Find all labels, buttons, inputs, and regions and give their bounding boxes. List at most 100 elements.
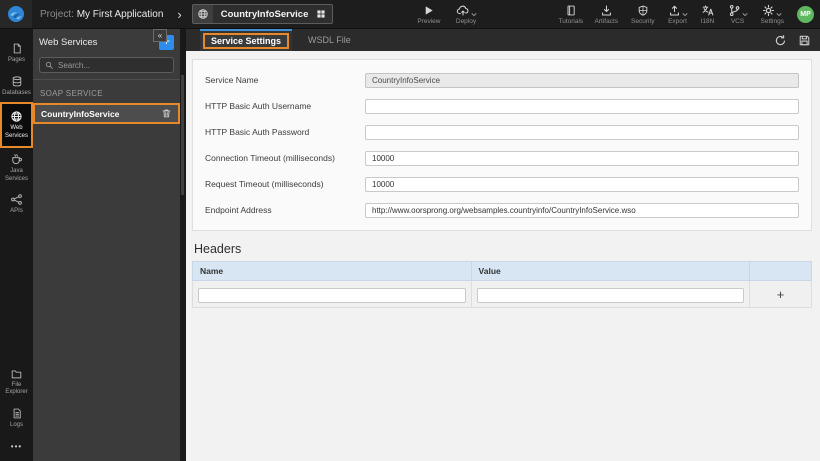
- download-icon: [600, 4, 613, 17]
- main-area: Pages Databases Web Services Java Servic…: [0, 29, 820, 461]
- value-column-header: Value: [470, 261, 751, 281]
- i18n-button[interactable]: I18N: [701, 4, 715, 25]
- vcs-button[interactable]: VCS: [728, 4, 748, 25]
- topbar-right-actions: Artifacts Security Export I18N VCS Setti…: [595, 4, 814, 25]
- service-settings-form: Service Name HTTP Basic Auth Username HT…: [192, 59, 812, 231]
- basic-auth-password-label: HTTP Basic Auth Password: [205, 127, 310, 137]
- sidebar-item-file-explorer[interactable]: File Explorer: [0, 363, 33, 402]
- headers-table-head-row: Name Value: [192, 261, 812, 281]
- coffee-icon: [10, 153, 23, 166]
- add-header-row-button[interactable]: +: [749, 280, 812, 308]
- service-list-item-countryinfoservice[interactable]: CountryInfoService: [33, 103, 180, 124]
- service-search[interactable]: [39, 57, 174, 73]
- collapse-panel-button[interactable]: «: [153, 29, 167, 42]
- form-row: Request Timeout (milliseconds): [205, 171, 799, 197]
- page-icon: [11, 42, 23, 55]
- resource-tab-countryinfoservice[interactable]: CountryInfoService: [191, 4, 334, 24]
- sidebar-more-button[interactable]: •••: [0, 434, 33, 461]
- log-file-icon: [11, 407, 23, 420]
- header-name-cell: [192, 280, 472, 308]
- wavemaker-logo-icon[interactable]: [0, 0, 32, 28]
- translate-icon: [701, 4, 715, 17]
- form-row: Service Name: [205, 67, 799, 93]
- refresh-icon[interactable]: [774, 34, 787, 47]
- headers-section-title: Headers: [194, 242, 242, 256]
- api-icon: [10, 193, 23, 206]
- content-toolbar: [774, 29, 820, 51]
- service-name-label: Service Name: [205, 75, 259, 85]
- tab-wsdl-file[interactable]: WSDL File: [292, 29, 367, 51]
- user-avatar[interactable]: MP: [797, 5, 814, 23]
- tutorials-button[interactable]: Tutorials: [559, 4, 583, 25]
- form-row: HTTP Basic Auth Password: [205, 119, 799, 145]
- trash-icon[interactable]: [161, 108, 172, 119]
- content-area: Service Settings WSDL File Service Name …: [186, 29, 820, 461]
- annotation-highlight: Service Settings: [203, 33, 290, 49]
- service-name-field: [365, 72, 799, 88]
- header-value-input[interactable]: [476, 288, 745, 303]
- shield-icon: [637, 4, 649, 17]
- soap-service-section-label: SOAP SERVICE: [40, 89, 103, 98]
- settings-button[interactable]: Settings: [761, 4, 784, 25]
- sidebar-item-java-services[interactable]: Java Services: [0, 148, 33, 188]
- deploy-button[interactable]: Deploy: [456, 4, 477, 25]
- play-icon: [422, 4, 435, 17]
- actions-column-header: [749, 261, 812, 281]
- preview-button[interactable]: Preview: [417, 4, 441, 25]
- header-value-cell: [470, 280, 751, 308]
- request-timeout-field[interactable]: [365, 176, 799, 192]
- grid-icon[interactable]: [316, 9, 326, 19]
- artifacts-button[interactable]: Artifacts: [595, 4, 618, 25]
- service-name-label: CountryInfoService: [41, 108, 120, 119]
- search-icon: [45, 61, 54, 70]
- sidebar-item-web-services[interactable]: Web Services: [0, 102, 33, 148]
- chevron-down-icon: [741, 12, 748, 17]
- sidebar-item-apis[interactable]: APIs: [0, 188, 33, 221]
- sidebar-item-databases[interactable]: Databases: [0, 70, 33, 103]
- tab-service-settings[interactable]: Service Settings: [200, 29, 293, 51]
- header-row: +: [192, 280, 812, 308]
- header-name-input[interactable]: [198, 288, 466, 303]
- panel-divider: [33, 79, 180, 80]
- endpoint-address-field[interactable]: [365, 202, 799, 218]
- basic-auth-username-field[interactable]: [365, 98, 799, 114]
- branch-icon: [728, 4, 741, 17]
- export-button[interactable]: Export: [668, 4, 688, 25]
- breadcrumb-chevron-icon: ›: [177, 6, 182, 22]
- content-tab-bar: Service Settings WSDL File: [186, 29, 820, 51]
- security-button[interactable]: Security: [631, 4, 655, 25]
- sidebar-item-pages[interactable]: Pages: [0, 37, 33, 70]
- app-window: Project: My First Application › CountryI…: [0, 0, 820, 461]
- panel-scrollbar[interactable]: [181, 75, 184, 195]
- globe-icon: [10, 110, 23, 123]
- chevron-down-icon: [681, 12, 688, 17]
- cloud-upload-icon: [456, 4, 470, 17]
- project-breadcrumb: Project: My First Application: [40, 9, 163, 20]
- search-input[interactable]: [58, 60, 168, 70]
- basic-auth-username-label: HTTP Basic Auth Username: [205, 101, 312, 111]
- basic-auth-password-field[interactable]: [365, 124, 799, 140]
- form-row: HTTP Basic Auth Username: [205, 93, 799, 119]
- endpoint-address-label: Endpoint Address: [205, 205, 272, 215]
- globe-icon: [192, 5, 213, 23]
- save-icon[interactable]: [798, 34, 811, 47]
- name-column-header: Name: [192, 261, 472, 281]
- connection-timeout-field[interactable]: [365, 150, 799, 166]
- sidebar-item-logs[interactable]: Logs: [0, 402, 33, 435]
- database-icon: [11, 75, 23, 88]
- request-timeout-label: Request Timeout (milliseconds): [205, 179, 324, 189]
- upload-icon: [668, 4, 681, 17]
- gear-icon: [762, 4, 775, 17]
- top-bar: Project: My First Application › CountryI…: [0, 0, 820, 29]
- project-name: My First Application: [76, 8, 164, 20]
- headers-table: Name Value +: [192, 261, 812, 308]
- folder-icon: [10, 368, 23, 380]
- resource-tab-label: CountryInfoService: [220, 8, 309, 20]
- panel-title: Web Services: [39, 36, 98, 48]
- form-row: Endpoint Address: [205, 197, 799, 223]
- project-label: Project:: [40, 8, 74, 20]
- book-icon: [565, 4, 577, 17]
- chevron-down-icon: [776, 12, 782, 17]
- icon-sidebar: Pages Databases Web Services Java Servic…: [0, 29, 33, 461]
- form-row: Connection Timeout (milliseconds): [205, 145, 799, 171]
